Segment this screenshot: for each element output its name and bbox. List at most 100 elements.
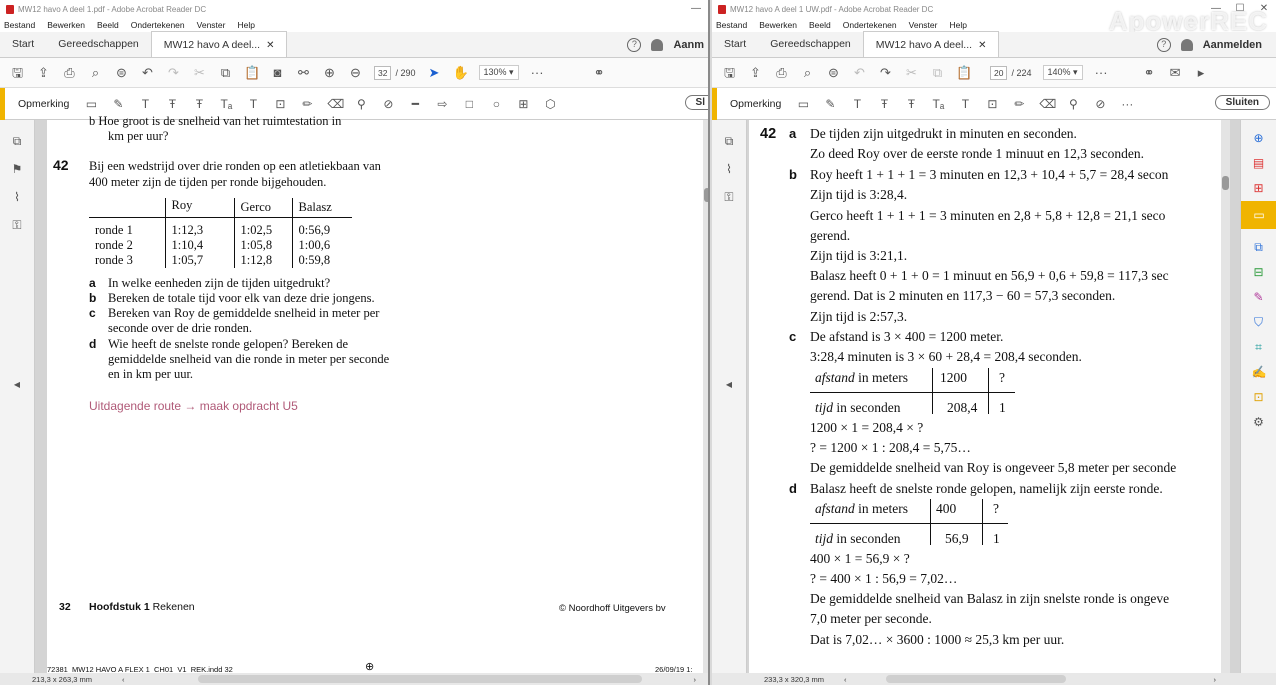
insert-text-icon[interactable]: Tₐ xyxy=(219,97,233,111)
bell-icon[interactable] xyxy=(651,39,664,51)
close-tab-icon[interactable]: ✕ xyxy=(978,40,986,51)
more-comment-tools-icon[interactable]: ··· xyxy=(1120,97,1134,111)
zoom-tool-icon[interactable]: ⊜ xyxy=(826,65,841,80)
attachment-icon[interactable]: ⌇ xyxy=(722,162,736,176)
edit-pdf-icon[interactable]: ⊟ xyxy=(1252,265,1266,279)
save-icon[interactable]: 🖫 xyxy=(10,65,25,80)
tab-document[interactable]: MW12 havo A deel... ✕ xyxy=(862,31,1000,57)
insert-text-icon[interactable]: Tₐ xyxy=(931,97,945,111)
link-icon[interactable]: ⚭ xyxy=(592,65,607,80)
more-tools-icon[interactable]: ··· xyxy=(530,65,545,80)
minimize-button[interactable]: — xyxy=(684,0,708,18)
undo-icon[interactable]: ↶ xyxy=(852,65,867,80)
tab-tools[interactable]: Gereedschappen xyxy=(46,31,151,57)
text-box-icon[interactable]: ⊡ xyxy=(985,97,999,111)
pencil-icon[interactable]: ✏ xyxy=(1012,97,1026,111)
cut-icon[interactable]: ✂ xyxy=(192,65,207,80)
redo-icon[interactable]: ↷ xyxy=(166,65,181,80)
organize-pages-icon[interactable]: ▤ xyxy=(1252,156,1266,170)
signature-icon[interactable]: ⚿ xyxy=(10,218,24,232)
eraser-icon[interactable]: ⌫ xyxy=(1039,97,1056,111)
menu-bestand[interactable]: Bestand xyxy=(4,20,35,30)
mail-icon[interactable]: ✉ xyxy=(1168,65,1183,80)
menu-venster[interactable]: Venster xyxy=(197,20,226,30)
sign-icon[interactable]: ✍ xyxy=(1252,365,1267,379)
page-number-input[interactable]: 32 xyxy=(374,65,392,80)
tab-document[interactable]: MW12 havo A deel... ✕ xyxy=(150,31,288,57)
stamp-icon[interactable]: ⚲ xyxy=(354,97,368,111)
add-text-icon[interactable]: T xyxy=(958,97,972,111)
menu-bewerken[interactable]: Bewerken xyxy=(47,20,85,30)
collapse-left-icon[interactable]: ◀ xyxy=(722,380,736,394)
sign-in-link[interactable]: Aanmelden xyxy=(1203,39,1262,51)
help-icon[interactable]: ? xyxy=(627,38,642,52)
binoculars-icon[interactable]: ⚯ xyxy=(296,65,311,80)
scroll-left-icon[interactable]: ‹ xyxy=(844,675,847,684)
menu-ondertekenen[interactable]: Ondertekenen xyxy=(843,20,897,30)
comment-tool-icon[interactable]: ▭ xyxy=(1241,201,1276,229)
menu-ondertekenen[interactable]: Ondertekenen xyxy=(131,20,185,30)
more-tools-icon[interactable]: ··· xyxy=(1094,65,1109,80)
scroll-right-icon[interactable]: › xyxy=(694,675,697,684)
zoom-select[interactable]: 130% ▾ xyxy=(478,65,519,80)
menu-bewerken[interactable]: Bewerken xyxy=(759,20,797,30)
bookmark-icon[interactable]: ⚑ xyxy=(10,162,24,176)
page-number-input[interactable]: 20 xyxy=(990,65,1008,80)
bell-icon[interactable] xyxy=(1180,39,1193,51)
text-box-icon[interactable]: ⊡ xyxy=(273,97,287,111)
page-up-icon[interactable]: ⊕ xyxy=(322,65,337,80)
paste-icon[interactable]: 📋 xyxy=(244,65,260,80)
tab-start[interactable]: Start xyxy=(712,31,758,57)
upload-icon[interactable]: ⇪ xyxy=(748,65,763,80)
add-text-icon[interactable]: T xyxy=(246,97,260,111)
close-comment-button[interactable]: Sluiten xyxy=(1214,95,1270,110)
menu-help[interactable]: Help xyxy=(949,20,966,30)
vertical-scrollbar[interactable] xyxy=(703,120,708,673)
search-icon[interactable]: ⌕ xyxy=(800,65,815,80)
page-down-icon[interactable]: ⊖ xyxy=(348,65,363,80)
stamp-icon[interactable]: ⚲ xyxy=(1066,97,1080,111)
print-icon[interactable]: ⎙ xyxy=(62,65,77,80)
polygon-icon[interactable]: ⬡ xyxy=(543,97,557,111)
redo-icon[interactable]: ↷ xyxy=(878,65,893,80)
fill-sign-icon[interactable]: ✎ xyxy=(1252,290,1266,304)
close-comment-button[interactable]: Sl xyxy=(684,95,708,110)
more-tools-settings-icon[interactable]: ⚙ xyxy=(1252,415,1266,429)
search-icon[interactable]: ⌕ xyxy=(88,65,103,80)
copy-icon[interactable]: ⧉ xyxy=(930,65,945,80)
paste-icon[interactable]: 📋 xyxy=(956,65,972,80)
collapse-left-icon[interactable]: ◀ xyxy=(10,380,24,394)
upload-icon[interactable]: ⇪ xyxy=(36,65,51,80)
scroll-toolbar-icon[interactable]: ▸ xyxy=(1194,65,1209,80)
menu-bestand[interactable]: Bestand xyxy=(716,20,747,30)
highlight-icon[interactable]: ✎ xyxy=(823,97,837,111)
strikethrough-icon[interactable]: Ŧ xyxy=(877,97,891,111)
replace-text-icon[interactable]: Ŧ xyxy=(904,97,918,111)
sign-in-link[interactable]: Aanm xyxy=(673,39,704,51)
page-thumbnails-icon[interactable]: ⧉ xyxy=(722,134,736,148)
text-underline-icon[interactable]: T xyxy=(850,97,864,111)
pencil-icon[interactable]: ✏ xyxy=(300,97,314,111)
undo-icon[interactable]: ↶ xyxy=(140,65,155,80)
rectangle-icon[interactable]: □ xyxy=(462,97,476,111)
line-icon[interactable]: ━ xyxy=(408,97,422,111)
scan-icon[interactable]: ⌗ xyxy=(1252,340,1266,354)
sticky-note-icon[interactable]: ▭ xyxy=(84,97,98,111)
sticky-note-icon[interactable]: ▭ xyxy=(796,97,810,111)
close-tab-icon[interactable]: ✕ xyxy=(266,40,274,51)
tab-tools[interactable]: Gereedschappen xyxy=(758,31,863,57)
replace-text-icon[interactable]: Ŧ xyxy=(192,97,206,111)
link-icon[interactable]: ⚭ xyxy=(1142,65,1157,80)
menu-venster[interactable]: Venster xyxy=(909,20,938,30)
snapshot-icon[interactable]: ◙ xyxy=(270,65,285,80)
eraser-icon[interactable]: ⌫ xyxy=(327,97,344,111)
oval-icon[interactable]: ○ xyxy=(489,97,503,111)
menu-beeld[interactable]: Beeld xyxy=(809,20,831,30)
scroll-thumb[interactable] xyxy=(1222,176,1229,190)
cut-icon[interactable]: ✂ xyxy=(904,65,919,80)
zoom-tool-icon[interactable]: ⊜ xyxy=(114,65,129,80)
save-icon[interactable]: 🖫 xyxy=(722,65,737,80)
menu-help[interactable]: Help xyxy=(237,20,254,30)
attach-icon[interactable]: ⊘ xyxy=(381,97,395,111)
attachment-icon[interactable]: ⌇ xyxy=(10,190,24,204)
